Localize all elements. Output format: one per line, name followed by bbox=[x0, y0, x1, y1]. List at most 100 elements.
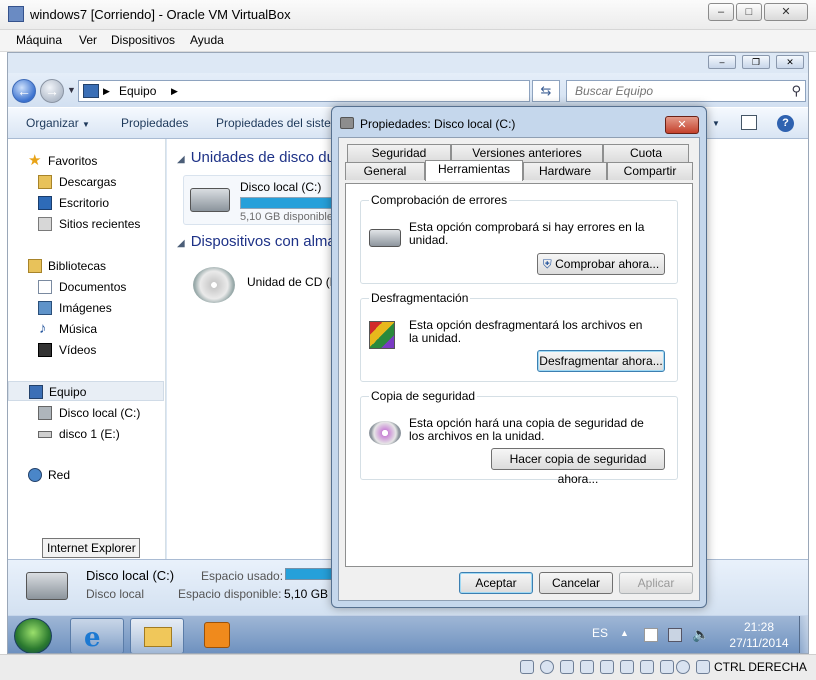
nav-downloads[interactable]: Descargas bbox=[8, 172, 166, 192]
explorer-restore-button[interactable]: ❐ bbox=[742, 55, 770, 69]
nav-computer[interactable]: Equipo bbox=[8, 381, 164, 401]
nav-recent[interactable]: Sitios recientes bbox=[8, 214, 166, 234]
apply-button[interactable]: Aplicar bbox=[619, 572, 693, 594]
explorer-close-button[interactable]: ✕ bbox=[776, 55, 804, 69]
defragment-now-button[interactable]: Desfragmentar ahora... bbox=[537, 350, 665, 372]
search-icon[interactable]: ⚲ bbox=[791, 83, 801, 99]
show-desktop-button[interactable] bbox=[799, 616, 808, 653]
nav-disk1[interactable]: disco 1 (E:) bbox=[8, 424, 166, 444]
breadcrumb-arrow-icon[interactable]: ▶ bbox=[171, 86, 178, 97]
cancel-button[interactable]: Cancelar bbox=[539, 572, 613, 594]
nav-local-disk[interactable]: Disco local (C:) bbox=[8, 403, 166, 423]
nav-music[interactable]: ♪ Música bbox=[8, 319, 166, 339]
preview-pane-icon[interactable] bbox=[741, 115, 757, 130]
close-button[interactable]: ✕ bbox=[764, 3, 808, 21]
nav-libraries[interactable]: Bibliotecas bbox=[8, 256, 166, 276]
menu-help[interactable]: Ayuda bbox=[190, 33, 224, 47]
breadcrumb-arrow-icon[interactable]: ▶ bbox=[103, 86, 110, 97]
menu-view[interactable]: Ver bbox=[79, 33, 97, 47]
menu-machine[interactable]: Máquina bbox=[16, 33, 62, 47]
nav-favorites[interactable]: ★ Favoritos bbox=[8, 151, 166, 171]
hard-disk-icon bbox=[369, 229, 401, 247]
nav-label: disco 1 (E:) bbox=[59, 427, 120, 441]
mouse-integration-status-icon[interactable] bbox=[676, 660, 690, 674]
properties-button[interactable]: Propiedades bbox=[121, 116, 188, 130]
organize-button[interactable]: Organizar ▼ bbox=[26, 116, 90, 130]
forward-arrow-icon: → bbox=[45, 83, 59, 99]
input-language-indicator[interactable]: ES bbox=[592, 626, 608, 640]
drive-tile-local-disk[interactable]: Disco local (C:) 5,10 GB disponibles bbox=[183, 175, 344, 225]
section-legend: Comprobación de errores bbox=[369, 193, 510, 207]
nav-desktop[interactable]: Escritorio bbox=[8, 193, 166, 213]
drive-free-space: 5,10 GB disponibles bbox=[240, 211, 339, 223]
forward-button[interactable]: → bbox=[40, 79, 64, 103]
vbox-status-bar: CTRL DERECHA bbox=[0, 654, 816, 680]
nav-label: Documentos bbox=[59, 280, 127, 294]
ok-button[interactable]: Aceptar bbox=[459, 572, 533, 594]
media-player-icon[interactable] bbox=[204, 622, 230, 648]
keyboard-capture-status-icon[interactable] bbox=[696, 660, 710, 674]
explorer-minimize-button[interactable]: – bbox=[708, 55, 736, 69]
nav-label: Vídeos bbox=[59, 343, 97, 357]
nav-label: Sitios recientes bbox=[59, 217, 141, 231]
clock-date[interactable]: 27/11/2014 bbox=[721, 636, 797, 650]
nav-label: Favoritos bbox=[48, 154, 98, 168]
more-options-arrow-icon[interactable]: ▼ bbox=[712, 119, 720, 128]
tab-hardware[interactable]: Hardware bbox=[523, 162, 607, 180]
usb-status-icon[interactable] bbox=[600, 660, 614, 674]
section-legend: Desfragmentación bbox=[369, 291, 471, 305]
minimize-button[interactable]: – bbox=[708, 3, 734, 21]
recent-pages-chevron-icon[interactable]: ▼ bbox=[67, 85, 76, 95]
drive-tile-cd[interactable]: Unidad de CD (D:) bbox=[183, 259, 343, 309]
start-button[interactable] bbox=[14, 618, 52, 653]
nav-pictures[interactable]: Imágenes bbox=[8, 298, 166, 318]
details-free-label: Espacio disponible: bbox=[178, 587, 282, 601]
breadcrumb-computer[interactable]: Equipo bbox=[119, 84, 156, 98]
details-used-label: Espacio usado: bbox=[201, 569, 284, 583]
optical-drive-status-icon[interactable] bbox=[540, 660, 554, 674]
details-drive-type: Disco local bbox=[86, 587, 145, 601]
group-header-hdd[interactable]: ◢ Unidades de disco duro bbox=[177, 149, 337, 166]
tab-general[interactable]: General bbox=[345, 162, 425, 180]
back-button[interactable]: ← bbox=[12, 79, 36, 103]
search-input[interactable] bbox=[567, 81, 777, 101]
cd-drive-icon bbox=[193, 267, 235, 303]
backup-now-button[interactable]: Hacer copia de seguridad ahora... bbox=[491, 448, 665, 486]
vbox-app-icon bbox=[8, 6, 24, 22]
nav-network[interactable]: Red bbox=[8, 465, 166, 485]
tab-sharing[interactable]: Compartir bbox=[607, 162, 693, 180]
refresh-button[interactable]: ⇆ bbox=[532, 80, 560, 102]
tab-quota[interactable]: Cuota bbox=[603, 144, 689, 162]
refresh-icon: ⇆ bbox=[540, 83, 552, 98]
hard-disk-icon bbox=[38, 406, 52, 420]
display-status-icon[interactable] bbox=[640, 660, 654, 674]
volume-icon[interactable]: 🔈 bbox=[692, 626, 709, 643]
tools-tab-panel: Comprobación de errores Esta opción comp… bbox=[345, 183, 693, 567]
video-capture-status-icon[interactable] bbox=[660, 660, 674, 674]
taskbar-explorer[interactable] bbox=[130, 618, 184, 653]
show-hidden-icons-arrow-icon[interactable]: ▲ bbox=[620, 628, 629, 638]
network-status-icon[interactable] bbox=[580, 660, 594, 674]
dialog-close-button[interactable]: ✕ bbox=[665, 116, 699, 134]
audio-status-icon[interactable] bbox=[560, 660, 574, 674]
menu-devices[interactable]: Dispositivos bbox=[111, 33, 175, 47]
check-now-button[interactable]: ⛨ Comprobar ahora... bbox=[537, 253, 665, 275]
network-tray-icon[interactable] bbox=[668, 628, 682, 642]
clock-time[interactable]: 21:28 bbox=[728, 620, 790, 634]
action-center-icon[interactable] bbox=[644, 628, 658, 642]
help-icon[interactable]: ? bbox=[777, 115, 794, 132]
dialog-body: Seguridad Versiones anteriores Cuota Gen… bbox=[338, 137, 700, 601]
tab-tools[interactable]: Herramientas bbox=[425, 160, 523, 181]
taskbar-internet-explorer[interactable]: e bbox=[70, 618, 124, 653]
downloads-folder-icon bbox=[38, 175, 52, 189]
maximize-button[interactable]: □ bbox=[736, 3, 762, 21]
nav-videos[interactable]: Vídeos bbox=[8, 340, 166, 360]
address-box[interactable]: ▶ Equipo ▶ bbox=[78, 80, 530, 102]
shared-folders-status-icon[interactable] bbox=[620, 660, 634, 674]
hard-disk-status-icon[interactable] bbox=[520, 660, 534, 674]
system-properties-button[interactable]: Propiedades del sistema bbox=[216, 116, 334, 130]
explorer-folder-icon bbox=[144, 627, 172, 647]
nav-label: Equipo bbox=[49, 385, 87, 399]
group-header-removable[interactable]: ◢ Dispositivos con almacenamiento extraíb… bbox=[177, 233, 337, 250]
nav-documents[interactable]: Documentos bbox=[8, 277, 166, 297]
